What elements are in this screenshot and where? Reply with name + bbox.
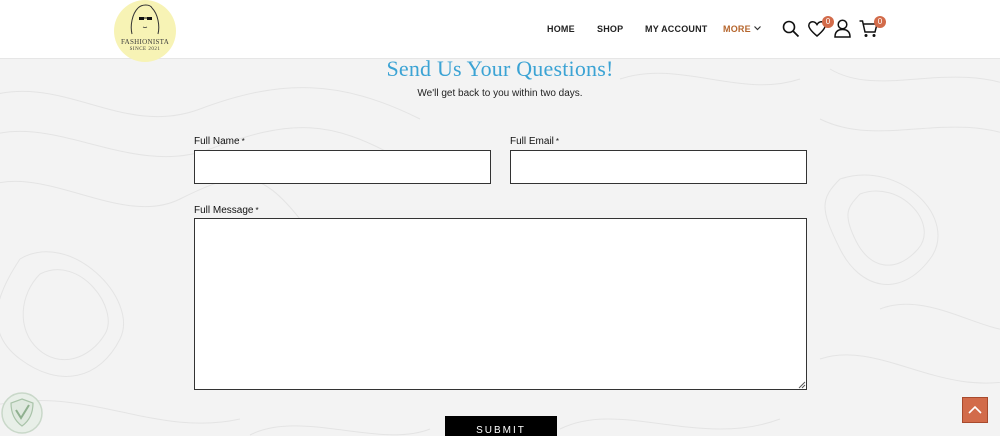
required-marker: *	[555, 137, 560, 146]
search-icon[interactable]	[782, 20, 800, 38]
contact-section: Send Us Your Questions! We'll get back t…	[0, 56, 1000, 436]
resize-handle-icon[interactable]	[797, 380, 806, 389]
required-marker: *	[241, 137, 245, 146]
nav-more-label: MORE	[723, 24, 751, 34]
full-name-label-text: Full Name	[194, 136, 240, 147]
chevron-down-icon	[753, 26, 761, 31]
arrow-up-icon	[968, 405, 982, 414]
user-icon[interactable]	[834, 19, 851, 38]
full-message-label-text: Full Message	[194, 205, 254, 216]
submit-button[interactable]: SUBMIT	[445, 416, 557, 436]
nav-shop[interactable]: SHOP	[597, 24, 623, 34]
cart-count-badge: 0	[874, 16, 886, 28]
nav-home[interactable]: HOME	[547, 24, 575, 34]
page-subtitle: We'll get back to you within two days.	[417, 88, 583, 99]
scroll-to-top-button[interactable]	[962, 397, 988, 423]
required-marker: *	[255, 206, 259, 215]
full-message-label: Full Message *	[194, 205, 259, 216]
full-name-input[interactable]	[194, 150, 491, 184]
full-email-label: Full Email *	[510, 136, 559, 147]
brand-name: FASHIONISTA	[120, 38, 170, 46]
full-message-textarea[interactable]	[194, 218, 807, 390]
full-email-input[interactable]	[510, 150, 807, 184]
brand-logo[interactable]: FASHIONISTA SINCE 2021	[114, 0, 176, 62]
nav-more[interactable]: MORE	[723, 24, 761, 34]
full-name-label: Full Name *	[194, 136, 245, 147]
full-email-label-text: Full Email	[510, 136, 554, 147]
brand-since: SINCE 2021	[129, 47, 161, 52]
site-header: FASHIONISTA SINCE 2021 HOME SHOP MY ACCO…	[0, 0, 1000, 62]
nav-my-account[interactable]: MY ACCOUNT	[645, 24, 708, 34]
shield-icon[interactable]	[0, 390, 44, 436]
wishlist-count-badge: 0	[822, 16, 834, 28]
logo-face-icon	[130, 4, 160, 35]
